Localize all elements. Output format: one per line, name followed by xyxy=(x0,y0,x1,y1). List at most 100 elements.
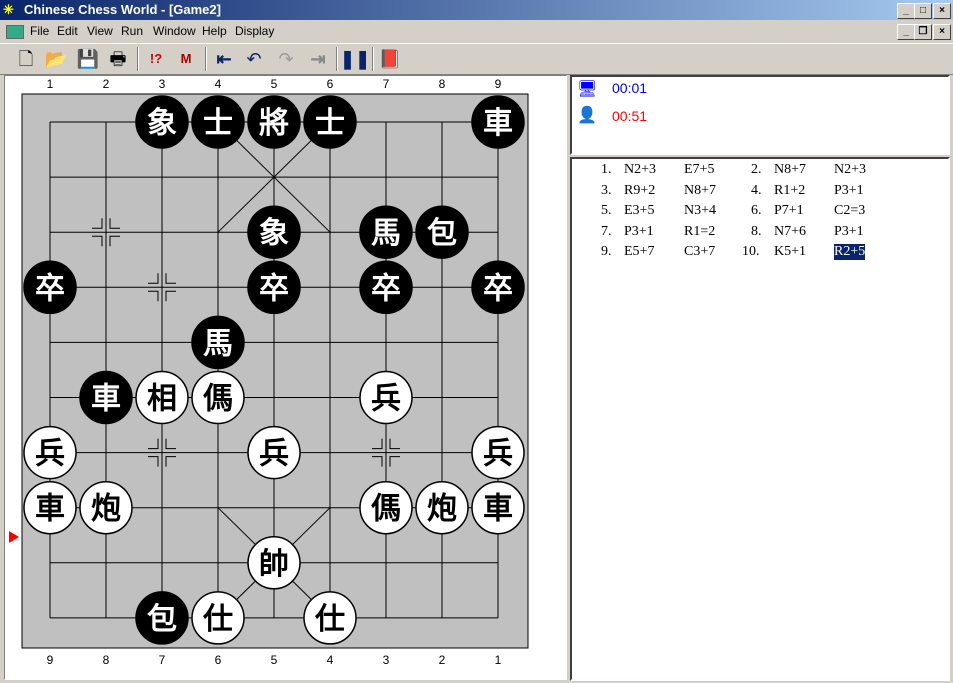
piece-label: 仕 xyxy=(202,602,233,637)
menu-view[interactable]: View xyxy=(87,22,113,41)
piece-label: 兵 xyxy=(371,382,401,417)
board-panel: 123456789987654321象士將士車象馬包卒卒卒卒馬車包相傌兵兵兵兵車… xyxy=(4,75,567,680)
red-piece[interactable]: 炮 xyxy=(79,480,133,535)
black-piece[interactable]: 馬 xyxy=(191,315,245,370)
move-red[interactable]: N2+3 xyxy=(624,162,656,178)
red-piece[interactable]: 炮 xyxy=(415,480,469,535)
move-red[interactable]: P3+1 xyxy=(624,224,654,240)
maximize-button[interactable]: □ xyxy=(914,3,932,19)
piece-label: 卒 xyxy=(371,271,401,306)
menu-help[interactable]: Help xyxy=(202,22,227,41)
human-timer: 00:51 xyxy=(612,108,648,124)
red-piece[interactable]: 兵 xyxy=(471,425,525,480)
move-black[interactable]: N3+4 xyxy=(684,203,716,219)
move-black[interactable]: R1=2 xyxy=(684,224,715,240)
move-red[interactable]: R1+2 xyxy=(774,183,805,199)
save-icon[interactable]: 💾 xyxy=(74,46,102,72)
black-piece[interactable]: 卒 xyxy=(359,260,413,315)
black-piece[interactable]: 包 xyxy=(415,205,469,259)
piece-label: 士 xyxy=(203,106,233,141)
black-piece[interactable]: 卒 xyxy=(23,260,77,315)
child-restore-button[interactable]: ❐ xyxy=(914,24,932,40)
new-file-icon[interactable]: 🗋 xyxy=(12,46,40,72)
piece-label: 象 xyxy=(259,216,289,251)
top-file-label: 2 xyxy=(103,77,110,91)
move-red[interactable]: P7+1 xyxy=(774,203,804,219)
red-piece[interactable]: 仕 xyxy=(191,591,245,645)
menu-run[interactable]: Run xyxy=(121,22,143,41)
minimize-button[interactable]: _ xyxy=(897,3,915,19)
red-piece[interactable]: 車 xyxy=(23,480,77,535)
move-red[interactable]: N7+6 xyxy=(774,224,806,240)
move-black[interactable]: C2=3 xyxy=(834,203,865,219)
move-red[interactable]: K5+1 xyxy=(774,244,806,260)
print-icon[interactable]: 🖶 xyxy=(104,46,132,72)
menu-edit[interactable]: Edit xyxy=(57,22,78,41)
black-piece[interactable]: 卒 xyxy=(471,260,525,315)
move-hint-icon[interactable]: M xyxy=(172,46,200,72)
bottom-file-label: 1 xyxy=(495,653,502,667)
black-piece[interactable]: 馬 xyxy=(359,205,413,259)
menu-display[interactable]: Display xyxy=(235,22,274,41)
piece-label: 車 xyxy=(483,492,513,527)
red-piece[interactable]: 車 xyxy=(471,480,525,535)
chess-board[interactable]: 1 2 3 4 5 6 7 8 99 8 7 6 5 4 3 2 1象士將士車象馬包卒卒卒卒馬車包相傌兵兵兵兵車… xyxy=(5,76,566,679)
move-black[interactable]: P3+1 xyxy=(834,224,864,240)
analyze-icon[interactable]: !? xyxy=(142,46,170,72)
pause-icon[interactable]: ❚❚ xyxy=(340,46,370,72)
bottom-file-label: 4 xyxy=(327,653,334,667)
top-file-label: 6 xyxy=(327,77,334,91)
move-number: 4. xyxy=(751,182,762,198)
piece-label: 帥 xyxy=(259,547,289,582)
piece-label: 傌 xyxy=(203,382,233,417)
red-piece[interactable]: 仕 xyxy=(303,591,357,645)
piece-label: 馬 xyxy=(203,326,233,361)
black-piece[interactable]: 士 xyxy=(191,95,245,149)
red-piece[interactable]: 帥 xyxy=(247,536,301,590)
red-piece[interactable]: 相 xyxy=(135,370,189,425)
move-red[interactable]: N8+7 xyxy=(774,162,806,178)
move-red[interactable]: E3+5 xyxy=(624,203,654,219)
window-title: Chinese Chess World - [Game2] xyxy=(24,2,221,17)
black-piece[interactable]: 卒 xyxy=(247,260,301,315)
first-move-icon[interactable]: ⇤ xyxy=(210,46,238,72)
piece-label: 將 xyxy=(259,106,289,141)
red-piece[interactable]: 兵 xyxy=(359,370,413,425)
red-piece[interactable]: 傌 xyxy=(191,370,245,425)
move-black[interactable]: R2+5 xyxy=(834,244,866,260)
red-piece[interactable]: 兵 xyxy=(23,425,77,480)
book-icon[interactable]: 📕 xyxy=(376,46,404,72)
piece-label: 車 xyxy=(91,382,121,417)
document-icon[interactable] xyxy=(6,25,24,39)
red-piece[interactable]: 傌 xyxy=(359,480,413,535)
move-red[interactable]: E5+7 xyxy=(624,244,654,260)
move-red[interactable]: R9+2 xyxy=(624,183,655,199)
menu-file[interactable]: File xyxy=(30,22,49,41)
close-button[interactable]: × xyxy=(933,3,951,19)
move-black[interactable]: P3+1 xyxy=(834,183,864,199)
piece-label: 卒 xyxy=(483,271,513,306)
black-piece[interactable]: 包 xyxy=(135,591,189,645)
bottom-file-label: 2 xyxy=(439,653,446,667)
menu-window[interactable]: Window xyxy=(153,22,196,41)
child-close-button[interactable]: × xyxy=(933,24,951,40)
black-piece[interactable]: 士 xyxy=(303,95,357,149)
black-piece[interactable]: 象 xyxy=(135,95,189,149)
last-move-icon[interactable]: ⇥ xyxy=(304,46,332,72)
move-black[interactable]: E7+5 xyxy=(684,162,714,178)
move-black[interactable]: C3+7 xyxy=(684,244,715,260)
top-file-label: 4 xyxy=(215,77,222,91)
move-black[interactable]: N8+7 xyxy=(684,183,716,199)
move-black[interactable]: N2+3 xyxy=(834,162,866,178)
red-piece[interactable]: 兵 xyxy=(247,425,301,480)
black-piece[interactable]: 象 xyxy=(247,205,301,259)
black-piece[interactable]: 車 xyxy=(79,370,133,425)
redo-icon[interactable]: ↷ xyxy=(272,46,300,72)
move-number: 1. xyxy=(601,162,612,177)
black-piece[interactable]: 將 xyxy=(247,95,301,149)
child-minimize-button[interactable]: _ xyxy=(897,24,915,40)
black-piece[interactable]: 車 xyxy=(471,95,525,149)
piece-label: 炮 xyxy=(427,492,457,527)
open-folder-icon[interactable]: 📂 xyxy=(42,46,70,72)
undo-icon[interactable]: ↶ xyxy=(240,46,268,72)
